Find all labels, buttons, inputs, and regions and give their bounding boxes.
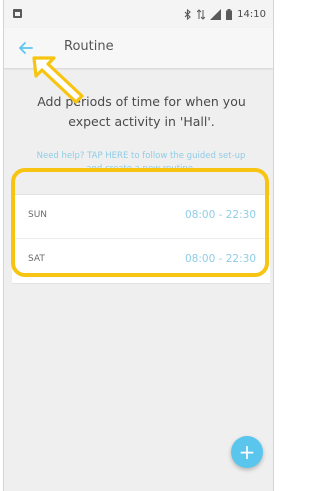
routine-day: SUN bbox=[28, 210, 48, 220]
routine-row[interactable]: SAT 08:00 - 22:30 bbox=[12, 239, 270, 283]
routine-list: SUN 08:00 - 22:30 SAT 08:00 - 22:30 bbox=[12, 194, 270, 284]
status-time: 14:10 bbox=[237, 8, 266, 20]
routine-time[interactable]: 08:00 - 22:30 bbox=[185, 253, 256, 265]
add-icon: + bbox=[238, 440, 256, 464]
routine-time[interactable]: 08:00 - 22:30 bbox=[185, 209, 256, 221]
bluetooth-icon bbox=[184, 8, 191, 20]
battery-icon bbox=[226, 8, 233, 20]
app-bar: Routine bbox=[4, 28, 273, 68]
phone-screen: 14:10 Routine Add periods of time for wh… bbox=[3, 0, 274, 491]
status-bar: 14:10 bbox=[4, 0, 273, 28]
app-notification-icon bbox=[13, 9, 22, 18]
add-routine-button[interactable]: + bbox=[231, 436, 263, 468]
back-arrow-icon[interactable] bbox=[17, 39, 35, 57]
help-link[interactable]: Need help? TAP HERE to follow the guided… bbox=[30, 150, 252, 176]
intro-text: Add periods of time for when you expect … bbox=[37, 94, 246, 129]
mobile-data-icon bbox=[197, 8, 206, 20]
status-icons: 14:10 bbox=[184, 7, 266, 21]
routine-row[interactable]: SUN 08:00 - 22:30 bbox=[12, 195, 270, 239]
page-title: Routine bbox=[64, 39, 114, 54]
signal-icon bbox=[210, 8, 222, 20]
routine-day: SAT bbox=[28, 254, 45, 264]
